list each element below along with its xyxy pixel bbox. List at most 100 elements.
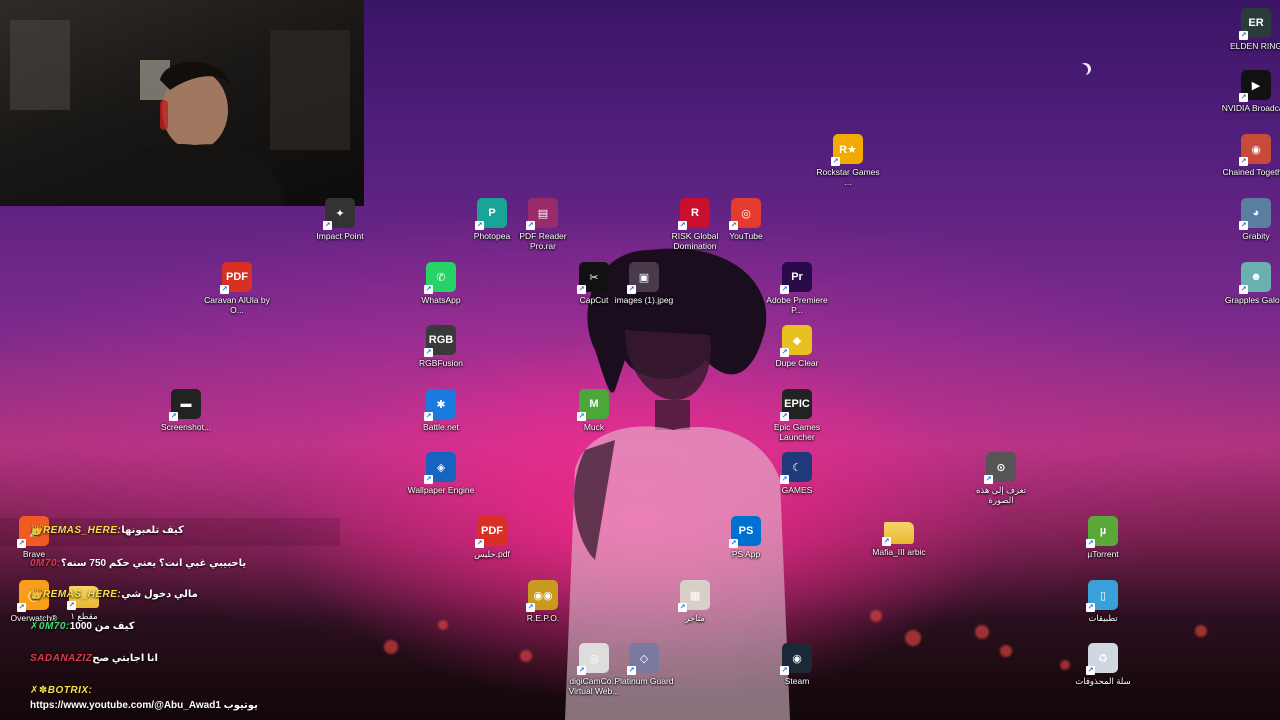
repo-glyph: ◉◉: [533, 589, 553, 602]
desktop-icon-clip1[interactable]: ↗ مقطع ١: [48, 580, 120, 621]
desktop-icon-label: Screenshot...: [160, 422, 212, 432]
desktop-icon-brave[interactable]: ◭ ↗ Brave: [0, 516, 70, 559]
rockstar-icon: R★ ↗: [831, 134, 863, 166]
desktop-icon-nvidia-broadcast[interactable]: ▶↗NVIDIA Broadcast: [1220, 70, 1280, 113]
nvidia-broadcast-icon: ▶ ↗: [1239, 70, 1271, 102]
identify-image-icon: ⊙ ↗: [984, 452, 1016, 484]
desktop-icon-identify-image[interactable]: ⊙ ↗ تعرف إلى هذه الصورة: [965, 452, 1037, 505]
shortcut-arrow-icon: ↗: [220, 285, 229, 294]
shortcut-arrow-icon: ↗: [678, 221, 687, 230]
desktop-icon-label: µTorrent: [1087, 549, 1119, 559]
digicam-icon: ◎ ↗: [577, 643, 609, 675]
desktop-icon-premiere[interactable]: Pr ↗ Adobe Premiere P...: [761, 262, 833, 315]
desktop-icon-dupe-clear[interactable]: ◆ ↗ Dupe Clear: [761, 325, 833, 368]
pdf-reader-glyph: ▤: [537, 207, 549, 220]
chat-username: 0M70:: [30, 558, 61, 569]
desktop-icon-recycle-bin[interactable]: ♻ ↗ سلة المحذوفات: [1067, 643, 1139, 686]
capcut-glyph: ✂: [589, 271, 599, 284]
shortcut-arrow-icon: ↗: [627, 666, 636, 675]
capcut-icon: ✂ ↗: [577, 262, 609, 294]
muck-glyph: M: [589, 398, 599, 410]
desktop-icon-label: Battle.net: [423, 422, 459, 432]
grapples-galore-icon: ☻ ↗: [1239, 262, 1271, 294]
desktop-icon-wallpaper-engine[interactable]: ◈ ↗ Wallpaper Engine: [405, 452, 477, 495]
ps-app-glyph: PS: [738, 525, 754, 537]
desktop-icon-label: R.E.P.O.: [526, 613, 560, 623]
desktop-icon-youtube[interactable]: ◎ ↗ YouTube: [710, 198, 782, 241]
chat-message: 0M70:ياحبيبي غبي انت؟ يعني حكم 750 سنه؟: [30, 558, 246, 569]
elden-ring-glyph: ER: [1248, 17, 1264, 29]
desktop-icon-screenshot[interactable]: ▬ ↗ Screenshot...: [150, 389, 222, 432]
shortcut-arrow-icon: ↗: [1086, 603, 1095, 612]
desktop-icon-steam[interactable]: ◉ ↗ Steam: [761, 643, 833, 686]
recycle-bin-glyph: ♻: [1098, 652, 1108, 665]
bokeh-light: [975, 625, 989, 639]
shortcut-arrow-icon: ↗: [424, 475, 433, 484]
desktop-icon-label: حليس.pdf: [474, 549, 510, 559]
wallpaper-engine-glyph: ◈: [436, 461, 446, 474]
desktop-icon-platinum-guard[interactable]: ◇ ↗ Platinum Guard: [608, 643, 680, 686]
desktop-icon-label: ELDEN RING: [1230, 41, 1280, 51]
desktop-icon-whatsapp[interactable]: ✆ ↗ WhatsApp: [405, 262, 477, 305]
desktop-icon-epic[interactable]: EPIC ↗ Epic Games Launcher: [761, 389, 833, 442]
chat-username: SADANAZIZ: [30, 653, 93, 664]
rgbfusion-icon: RGB ↗: [424, 325, 456, 357]
desktop-icon-battlenet[interactable]: ✱ ↗ Battle.net: [405, 389, 477, 432]
shortcut-arrow-icon: ↗: [577, 666, 586, 675]
desktop-icon-label: Wallpaper Engine: [407, 485, 475, 495]
desktop-icon-mafia[interactable]: ↗ Mafia_III arbic: [863, 516, 935, 557]
shortcut-arrow-icon: ↗: [1239, 285, 1248, 294]
chat-message: SADANAZIZانا اجابتي صح: [30, 653, 158, 664]
shortcut-arrow-icon: ↗: [780, 666, 789, 675]
shortcut-arrow-icon: ↗: [1086, 539, 1095, 548]
steam-glyph: ◉: [792, 652, 802, 665]
desktop-icon-chained-together[interactable]: ◉↗Chained Together: [1220, 134, 1280, 177]
chat-message: ✗✽BOTRIX:: [30, 685, 92, 696]
shortcut-arrow-icon: ↗: [475, 221, 484, 230]
stores-glyph: ▦: [689, 589, 701, 602]
desktop-icon-utorrent[interactable]: µ ↗ µTorrent: [1067, 516, 1139, 559]
desktop-icon-label: PS App: [731, 549, 761, 559]
grapples-galore-glyph: ☻: [1250, 271, 1262, 283]
desktop-icon-label: YouTube: [729, 231, 763, 241]
desktop-icon-caravan[interactable]: PDF ↗ Caravan AlUla by O...: [201, 262, 273, 315]
desktop-icon-rgbfusion[interactable]: RGB ↗ RGBFusion: [405, 325, 477, 368]
chat-text: https://www.youtube.com/@Abu_Awad1 يوتيو…: [30, 700, 258, 711]
desktop-icon-games[interactable]: ☾ ↗ GAMES: [761, 452, 833, 495]
shortcut-arrow-icon: ↗: [475, 539, 484, 548]
caravan-glyph: PDF: [226, 271, 248, 283]
shortcut-arrow-icon: ↗: [729, 539, 738, 548]
desktop-icon-stores[interactable]: ▦ ↗ متاجر: [659, 580, 731, 623]
grabity-glyph: ◕: [1252, 207, 1260, 219]
rgbfusion-glyph: RGB: [428, 334, 454, 346]
bokeh-light: [520, 650, 532, 662]
repo-icon: ◉◉ ↗: [526, 580, 558, 612]
desktop-icon-grabity[interactable]: ◕ ↗ Grabity: [1220, 198, 1280, 241]
desktop-icon-grapples-galore[interactable]: ☻↗Grapples Galore: [1220, 262, 1280, 305]
desktop-icon-label: Chained Together: [1222, 167, 1280, 177]
mafia-icon: ↗: [882, 522, 914, 546]
platinum-guard-glyph: ◇: [639, 652, 649, 665]
desktop-icon-rockstar[interactable]: R★ ↗ Rockstar Games ...: [812, 134, 884, 187]
shortcut-arrow-icon: ↗: [984, 475, 993, 484]
desktop-icon-ps-app[interactable]: PS ↗ PS App: [710, 516, 782, 559]
desktop-icon-impact-point[interactable]: ✦ ↗ Impact Point: [304, 198, 376, 241]
desktop-icon-halis-pdf[interactable]: PDF ↗ حليس.pdf: [456, 516, 528, 559]
chat-text: كيف من 1000: [69, 621, 135, 632]
battlenet-icon: ✱ ↗: [424, 389, 456, 421]
chat-text: مالي دخول شي: [121, 589, 198, 600]
desktop-icon-elden-ring[interactable]: ER ↗ ELDEN RING: [1220, 8, 1280, 51]
desktop-icon-images-jpeg[interactable]: ▣ ↗ images (1).jpeg: [608, 262, 680, 305]
shortcut-arrow-icon: ↗: [780, 348, 789, 357]
bokeh-light: [1195, 625, 1207, 637]
images-jpeg-icon: ▣ ↗: [627, 262, 659, 294]
desktop-icon-repo[interactable]: ◉◉ ↗ R.E.P.O.: [507, 580, 579, 623]
desktop-icon-apps[interactable]: ▯ ↗ تطبيقات: [1067, 580, 1139, 623]
shortcut-arrow-icon: ↗: [729, 221, 738, 230]
digicam-glyph: ◎: [589, 652, 599, 665]
desktop-icon-pdf-reader[interactable]: ▤ ↗ PDF Reader Pro.rar: [507, 198, 579, 251]
shortcut-arrow-icon: ↗: [67, 601, 76, 610]
stores-icon: ▦ ↗: [678, 580, 710, 612]
bokeh-light: [438, 620, 448, 630]
desktop-icon-muck[interactable]: M ↗ Muck: [558, 389, 630, 432]
